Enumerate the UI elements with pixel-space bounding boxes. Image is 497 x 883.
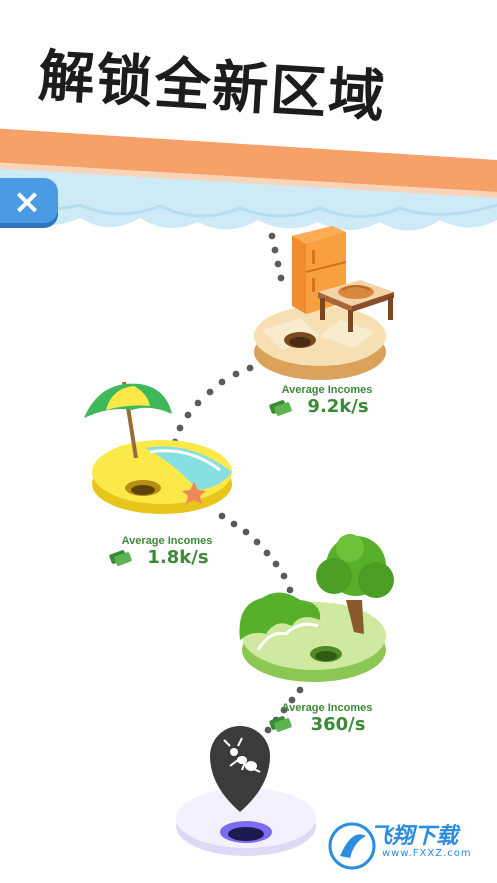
income-value: 9.2k/s (307, 396, 369, 417)
income-value: 1.8k/s (147, 547, 209, 568)
watermark-text: 飞翔下载 (370, 824, 459, 849)
income-value: 360/s (310, 714, 366, 735)
income-label: Average Incomes (281, 384, 373, 396)
beach-island[interactable] (84, 381, 232, 514)
forest-income: Average Incomes 360/s (262, 702, 392, 735)
beach-income: Average Incomes 1.8k/s (102, 535, 232, 568)
income-label: Average Incomes (121, 535, 213, 547)
game-screen: 解锁全新区域 × Average Incomes 9.2k/s Average … (0, 0, 497, 883)
kitchen-income: Average Incomes 9.2k/s (262, 384, 392, 417)
close-icon: × (12, 182, 42, 222)
forest-island[interactable] (239, 534, 394, 682)
watermark-logo-icon (328, 822, 376, 870)
income-label: Average Incomes (281, 702, 373, 714)
close-button[interactable]: × (0, 178, 58, 228)
watermark-url: www.FXXZ.com (382, 848, 472, 859)
